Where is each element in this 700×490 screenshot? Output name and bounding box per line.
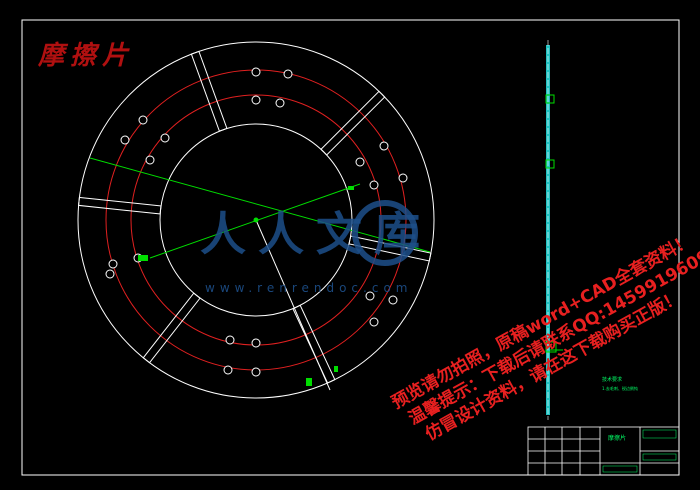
hole bbox=[108, 259, 118, 269]
hole bbox=[275, 98, 285, 108]
site-watermark: 人人文库 www.renrendoc.com bbox=[200, 200, 432, 295]
hole bbox=[398, 173, 408, 183]
watermark-url: www.renrendoc.com bbox=[205, 281, 412, 295]
dim-marker bbox=[306, 378, 312, 386]
title-block-part-name: 摩擦片 bbox=[608, 434, 626, 442]
hole bbox=[355, 157, 365, 167]
hole bbox=[369, 180, 379, 190]
hole bbox=[369, 317, 379, 327]
title-block-cell bbox=[642, 429, 677, 439]
hole bbox=[160, 133, 170, 143]
dim-marker bbox=[334, 366, 338, 372]
hole bbox=[223, 365, 233, 375]
title-block bbox=[527, 426, 680, 476]
title-block-cell bbox=[642, 453, 677, 461]
drawing-title: 摩擦片 bbox=[37, 41, 134, 71]
hole bbox=[251, 67, 261, 77]
dim-marker bbox=[348, 186, 354, 190]
slot bbox=[190, 50, 228, 132]
hole bbox=[145, 155, 155, 165]
hole bbox=[283, 69, 293, 79]
hole bbox=[251, 338, 261, 348]
cad-drawing-canvas: 摩擦片 技术要求 1.去毛刺、锐边倒钝 摩擦片 人人文库 www.renrend… bbox=[21, 19, 700, 476]
hole bbox=[105, 269, 115, 279]
hole bbox=[379, 141, 389, 151]
hole bbox=[251, 95, 261, 105]
title-block-cell bbox=[602, 465, 638, 473]
hole bbox=[225, 335, 235, 345]
tech-requirement-note: 1.去毛刺、锐边倒钝 bbox=[602, 385, 638, 391]
notice-line-2: 温馨提示：下载后请联系QQ:1459919609 bbox=[405, 245, 700, 429]
dim-marker bbox=[138, 255, 148, 261]
hole bbox=[120, 135, 130, 145]
slot bbox=[320, 90, 386, 156]
hole bbox=[251, 367, 261, 377]
slot bbox=[78, 196, 162, 215]
slot bbox=[292, 304, 336, 384]
watermark-logo-chars: 人人文库 bbox=[200, 207, 432, 261]
notice-watermark: 预览请勿拍照，原稿word+CAD全套资料！ 温馨提示：下载后请联系QQ:145… bbox=[388, 230, 700, 445]
tech-requirement-label: 技术要求 bbox=[602, 376, 622, 383]
hole bbox=[388, 295, 398, 305]
center-axes bbox=[89, 157, 431, 391]
hole bbox=[138, 115, 148, 125]
